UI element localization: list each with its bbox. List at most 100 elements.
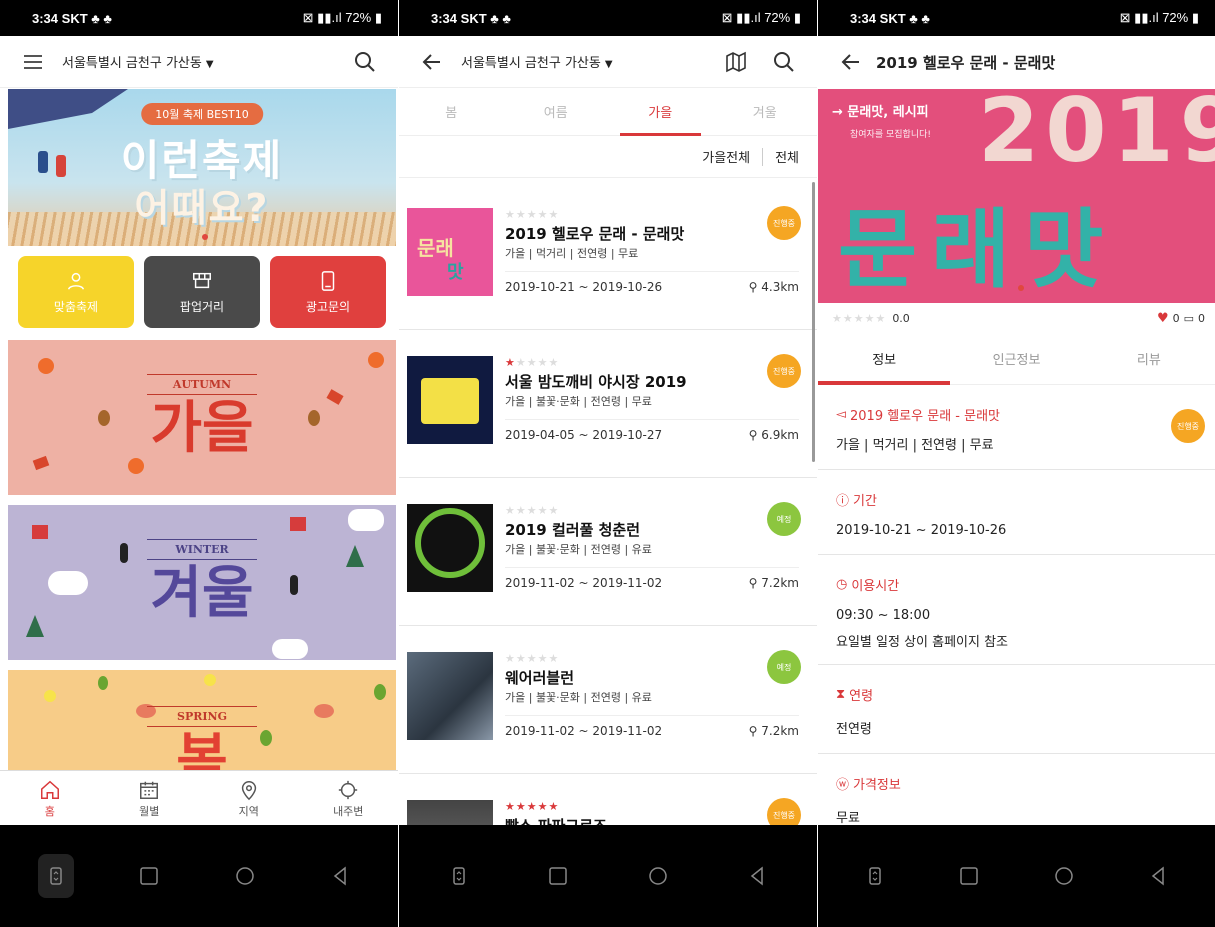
home-screen: 3:34 SKT ♣ ♣ ⊠ ▮▮.ıl 72% ▮ 서울특별시 금천구 가산동… — [0, 0, 398, 927]
status-carrier: SKT — [460, 10, 487, 26]
tab-nearby-info[interactable]: 인근정보 — [950, 333, 1082, 384]
popup-street-button[interactable]: 팝업거리 — [144, 256, 260, 328]
season-banner-autumn[interactable]: AUTUMN 가을 — [8, 340, 396, 495]
season-banner-spring[interactable]: SPRING 봄 — [8, 670, 396, 770]
season-banner-winter[interactable]: WINTER 겨울 — [8, 505, 396, 660]
distance-value: 6.9km — [761, 428, 799, 442]
back-arrow-icon[interactable] — [417, 47, 447, 77]
back-icon[interactable] — [737, 856, 777, 896]
map-icon[interactable] — [721, 47, 751, 77]
status-right: ⊠ ▮▮.ıl 72% ▮ — [721, 10, 801, 25]
rating-summary: ★★★★★ 0.0 — [832, 312, 910, 325]
hero-caption: → 문래맛, 레시피 — [832, 105, 929, 120]
page-title: 2019 헬로우 문래 - 문래맛 — [876, 53, 1056, 72]
location-label: 서울특별시 금천구 가산동 — [461, 56, 601, 71]
home-icon — [40, 780, 59, 799]
season-kor-label: 가을 — [150, 396, 254, 461]
tab-label: 홈 — [44, 804, 55, 818]
thumbnail-graphic — [415, 508, 485, 578]
distance-value: 7.2km — [761, 576, 799, 590]
overview-icon[interactable] — [129, 856, 169, 896]
item-title: 빡스 파파그로즈 — [505, 815, 799, 825]
scrollbar[interactable] — [812, 182, 815, 462]
search-icon[interactable] — [350, 47, 380, 77]
list-item[interactable]: ★★★★★ 웨어러블런 가을 | 불꽃·문화 | 전연령 | 유료 2019-1… — [399, 626, 817, 774]
home-button-icon[interactable] — [225, 856, 265, 896]
back-arrow-icon[interactable] — [836, 47, 866, 77]
status-bar: 3:34 SKT ♣ ♣ ⊠ ▮▮.ıl 72% ▮ — [399, 0, 817, 36]
status-time: 3:34 — [850, 10, 877, 26]
menu-icon[interactable] — [18, 47, 48, 77]
overview-icon[interactable] — [538, 856, 578, 896]
item-distance: ⚲ 4.3km — [749, 280, 799, 294]
list-item[interactable]: ★★★★★ 2019 컬러풀 청춘런 가을 | 불꽃·문화 | 전연령 | 유료… — [399, 478, 817, 626]
info-icon: ⓘ — [836, 494, 850, 509]
system-nav-bar — [399, 825, 817, 927]
tab-reviews[interactable]: 리뷰 — [1083, 333, 1215, 384]
category-label: 광고문의 — [305, 299, 351, 314]
item-date: 2019-11-02 ~ 2019-11-02 — [505, 724, 663, 738]
search-icon[interactable] — [769, 47, 799, 77]
system-nav-bar — [0, 825, 398, 927]
location-selector[interactable]: 서울특별시 금천구 가산동 ▼ — [62, 52, 350, 71]
festival-thumbnail — [407, 356, 493, 444]
filter-all[interactable]: 전체 — [775, 147, 799, 166]
category-label: 팝업거리 — [179, 299, 225, 314]
person-icon — [67, 272, 85, 290]
back-icon[interactable] — [1138, 856, 1178, 896]
battery-level: 72% — [764, 10, 791, 25]
calendar-icon — [140, 781, 159, 799]
tab-summer[interactable]: 여름 — [504, 88, 609, 135]
tab-autumn[interactable]: 가을 — [608, 88, 713, 136]
home-button-icon[interactable] — [638, 856, 678, 896]
tab-region[interactable]: 지역 — [214, 779, 284, 819]
custom-festival-button[interactable]: 맞춤축제 — [18, 256, 134, 328]
tab-label: 내주변 — [333, 804, 364, 818]
back-icon[interactable] — [320, 856, 360, 896]
list-item[interactable]: ★★★★★ 빡스 파파그로즈 진행중 — [399, 774, 817, 825]
section-label: 이용시간 — [851, 579, 900, 594]
event-summary: ◅ 2019 헬로우 문래 - 문래맛 가을 | 먹거리 | 전연령 | 무료 진… — [818, 385, 1215, 470]
thumbnail-graphic: 맛 — [447, 262, 464, 283]
item-distance: ⚲ 6.9km — [749, 428, 799, 442]
tab-spring[interactable]: 봄 — [399, 88, 504, 135]
age-section: ⧗ 연령 전연령 — [818, 665, 1215, 754]
price-value: 무료 — [836, 811, 860, 825]
bottom-tab-bar: 홈 월별 지역 내주변 — [0, 770, 398, 826]
status-bar: 3:34 SKT ♣ ♣ ⊠ ▮▮.ıl 72% ▮ — [818, 0, 1215, 36]
ad-inquiry-button[interactable]: 광고문의 — [270, 256, 386, 328]
engagement-counts: ♥ 0 ▭ 0 — [1157, 311, 1205, 326]
promo-banner[interactable]: 10월 축제 BEST10 이런축제 어때요? — [8, 89, 396, 246]
recent-apps-icon[interactable] — [439, 856, 479, 896]
event-name: 2019 헬로우 문래 - 문래맛 — [850, 409, 1000, 424]
comment-icon[interactable]: ▭ — [1184, 312, 1194, 325]
hero-image[interactable]: → 문래맛, 레시피 참여자를 모집합니다! 2019 문래맛 — [818, 89, 1215, 303]
category-buttons: 맞춤축제 팝업거리 광고문의 — [18, 256, 386, 328]
battery-level: 72% — [345, 10, 372, 25]
recent-apps-icon[interactable] — [855, 856, 895, 896]
tab-winter[interactable]: 겨울 — [713, 88, 818, 135]
item-meta: 2019-11-02 ~ 2019-11-02 ⚲ 7.2km — [505, 567, 799, 590]
tab-info[interactable]: 정보 — [818, 333, 951, 385]
period-value: 2019-10-21 ~ 2019-10-26 — [836, 523, 1007, 538]
heart-icon[interactable]: ♥ — [1157, 311, 1169, 326]
tab-home[interactable]: 홈 — [15, 779, 85, 819]
recent-apps-icon[interactable] — [37, 854, 74, 898]
list-item[interactable]: 문래 맛 ★★★★★ 2019 헬로우 문래 - 문래맛 가을 | 먹거리 | … — [399, 182, 817, 330]
location-selector[interactable]: 서울특별시 금천구 가산동 ▼ — [461, 52, 721, 71]
festival-list: 문래 맛 ★★★★★ 2019 헬로우 문래 - 문래맛 가을 | 먹거리 | … — [399, 182, 817, 825]
item-distance: ⚲ 7.2km — [749, 724, 799, 738]
home-button-icon[interactable] — [1044, 856, 1084, 896]
event-tags: 가을 | 먹거리 | 전연령 | 무료 — [836, 438, 994, 453]
header: 2019 헬로우 문래 - 문래맛 — [818, 36, 1215, 88]
filter-autumn-all[interactable]: 가을전체 — [702, 147, 750, 166]
banner-page-indicator — [202, 234, 208, 240]
clock-icon: ◷ — [836, 577, 848, 592]
list-item[interactable]: ★★★★★ 서울 밤도깨비 야시장 2019 가을 | 불꽃·문화 | 전연령 … — [399, 330, 817, 478]
tab-monthly[interactable]: 월별 — [114, 779, 184, 819]
tab-nearby[interactable]: 내주변 — [313, 779, 383, 819]
overview-icon[interactable] — [949, 856, 989, 896]
price-section: ⓦ 가격정보 무료 — [818, 754, 1215, 825]
section-label: 연령 — [849, 689, 874, 704]
compass-icon — [339, 780, 358, 799]
